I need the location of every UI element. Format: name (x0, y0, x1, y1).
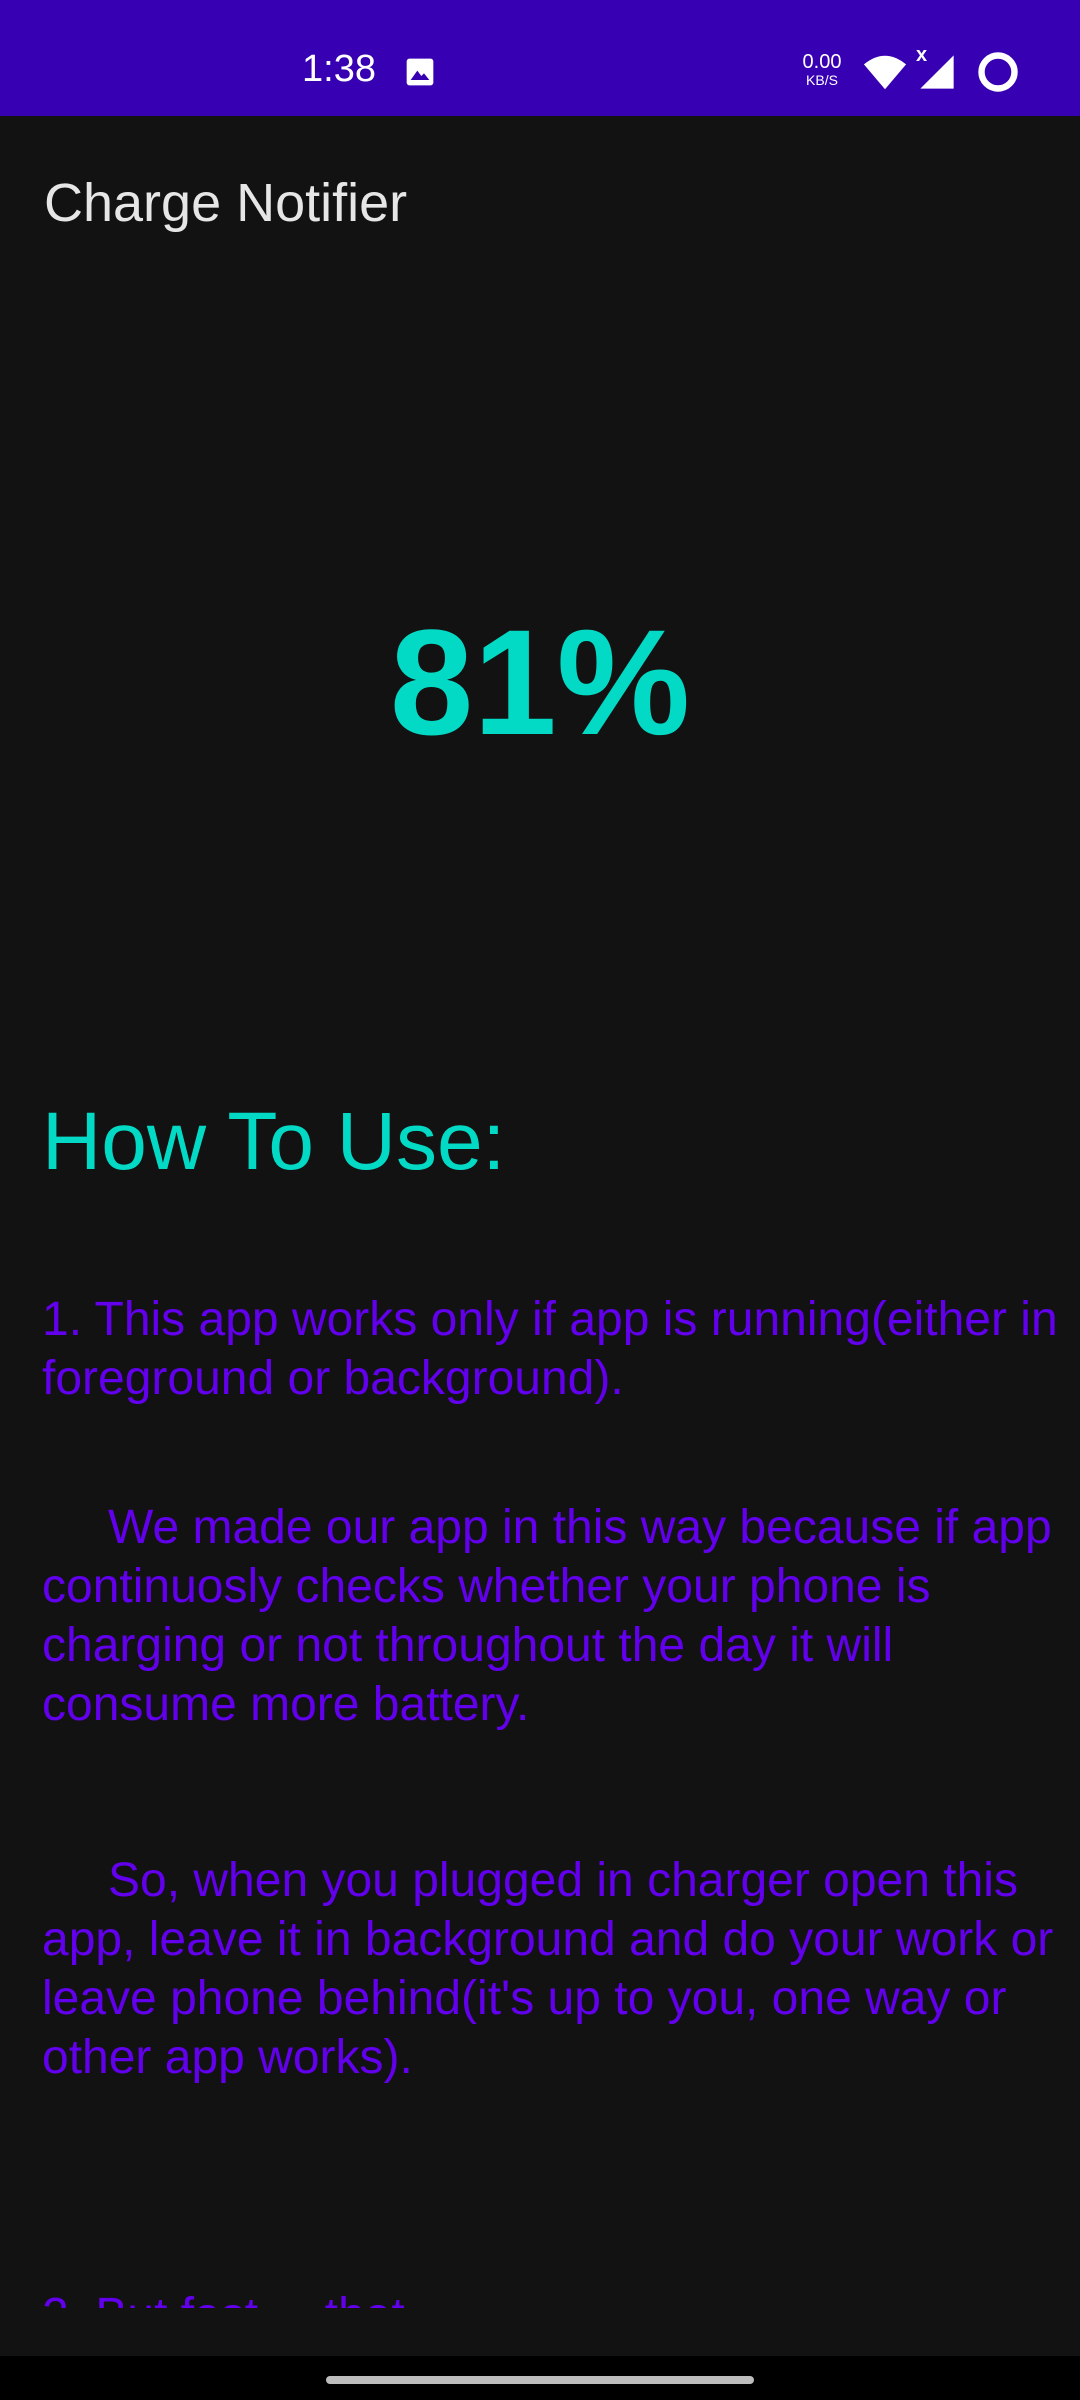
instruction-paragraph-4-partial: 2. But fast ... that ... (42, 2286, 1072, 2308)
image-icon (406, 58, 434, 86)
gesture-handle[interactable] (326, 2376, 754, 2384)
how-to-use-heading: How To Use: (42, 1096, 506, 1187)
status-bar: 1:38 0.00 KB/S x (0, 0, 1080, 116)
instruction-paragraph-1: 1. This app works only if app is running… (42, 1293, 1058, 1405)
navigation-bar (0, 2356, 1080, 2400)
status-time: 1:38 (302, 48, 376, 90)
wifi-icon (863, 55, 907, 90)
battery-percentage: 81% (389, 598, 691, 766)
instruction-paragraph-2: We made our app in this way because if a… (42, 1501, 1052, 1731)
app-bar: Charge Notifier (0, 116, 1080, 286)
network-speed-unit: KB/S (806, 72, 838, 88)
instruction-paragraph-3: So, when you plugged in charger open thi… (42, 1854, 1054, 2084)
signal-icon (920, 55, 954, 89)
battery-ring-icon (978, 52, 1018, 92)
network-speed-value: 0.00 (802, 51, 842, 73)
network-speed: 0.00 KB/S (796, 52, 848, 87)
app-title: Charge Notifier (44, 173, 408, 233)
instruction-paragraph-4-text: 2. But fast ... that ... (42, 2286, 1072, 2308)
